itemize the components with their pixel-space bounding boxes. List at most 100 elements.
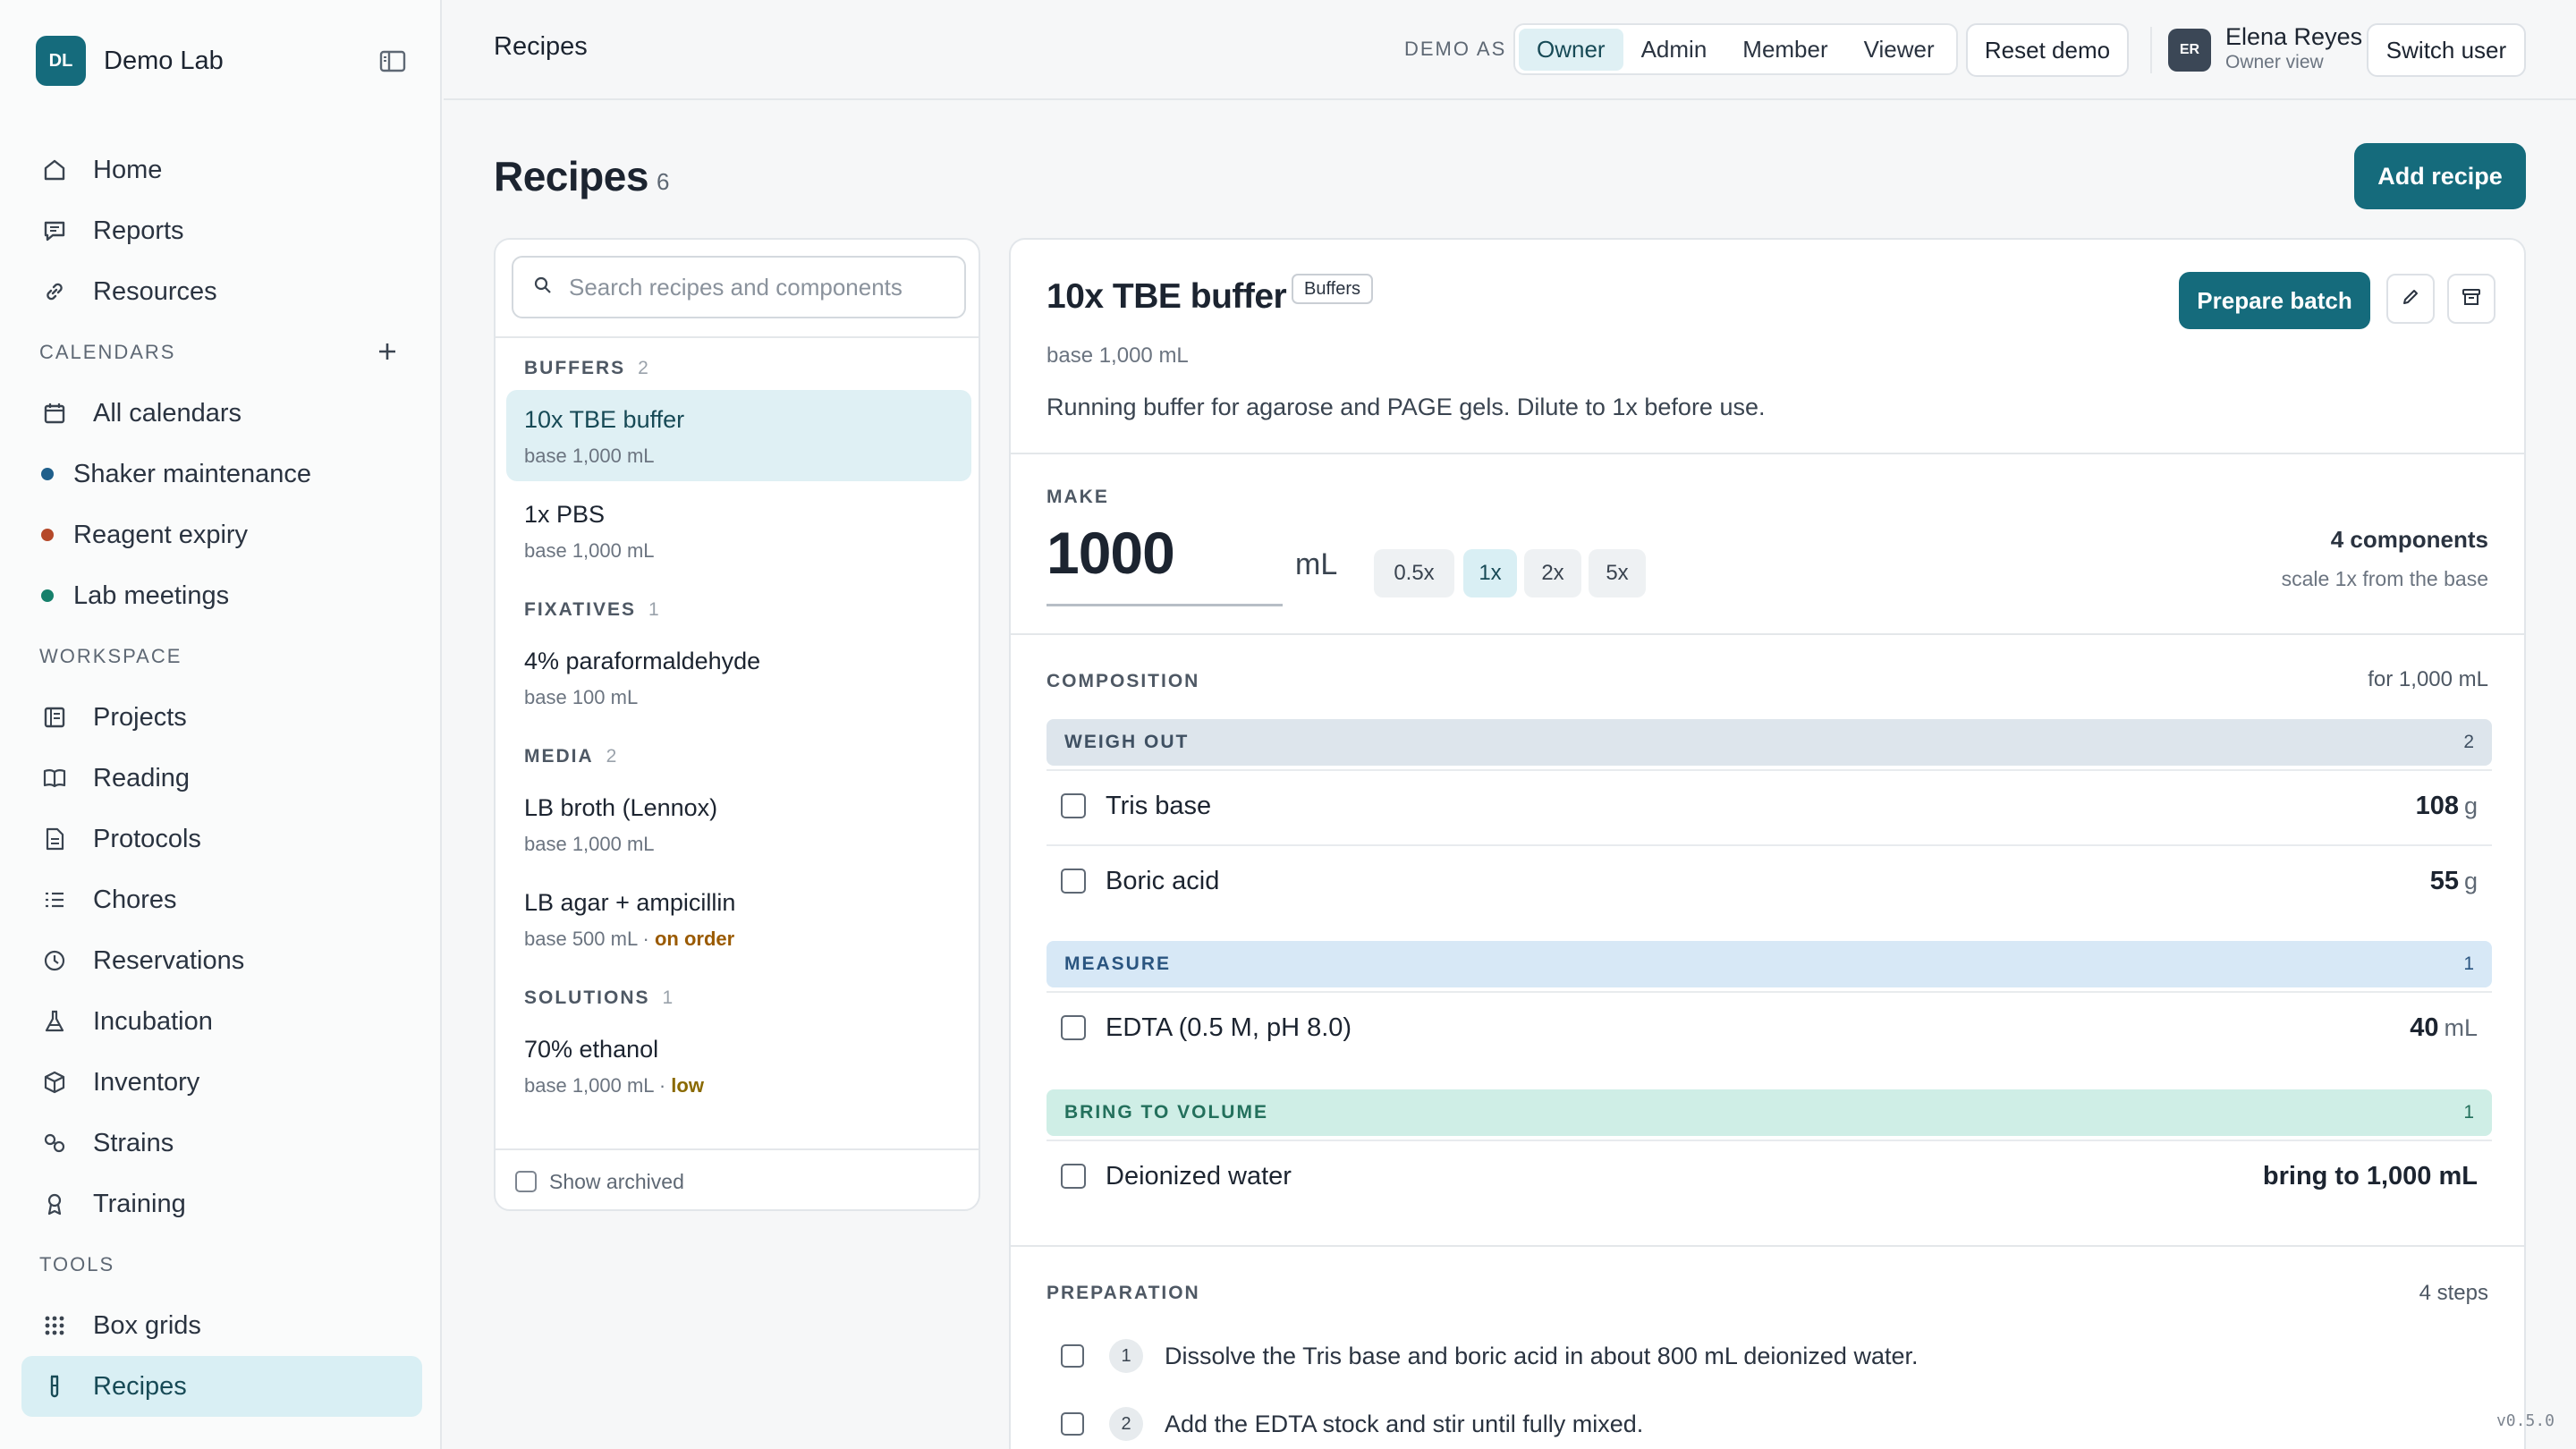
preparation-label: PREPARATION	[1046, 1283, 1200, 1303]
component-row[interactable]: Deionized water bring to 1,000 mL	[1046, 1140, 2492, 1211]
component-checkbox[interactable]	[1061, 1015, 1086, 1040]
component-checkbox[interactable]	[1061, 1164, 1086, 1189]
clock-icon	[41, 947, 68, 974]
band-label: MEASURE	[1064, 953, 1172, 974]
archive-button[interactable]	[2447, 274, 2496, 324]
recipe-base: base 1,000 mL	[524, 445, 655, 467]
role-owner-button[interactable]: Owner	[1519, 28, 1623, 71]
edit-button[interactable]	[2386, 274, 2435, 324]
recipe-base: base 1,000 mL	[524, 539, 655, 562]
sidebar-item-label: Lab meetings	[73, 580, 230, 610]
sidebar-item-strains[interactable]: Strains	[21, 1113, 422, 1174]
sidebar-item-recipes[interactable]: Recipes	[21, 1356, 422, 1417]
sidebar-item-lab-meetings[interactable]: Lab meetings	[21, 565, 422, 626]
sidebar-item-reading[interactable]: Reading	[21, 748, 422, 809]
role-admin-button[interactable]: Admin	[1623, 29, 1725, 71]
checklist-icon	[41, 886, 68, 913]
category-tag: Buffers	[1292, 274, 1373, 304]
component-row[interactable]: Tris base 108 g	[1046, 769, 2492, 841]
recipe-base: base 1,000 mL	[1046, 343, 1189, 368]
scale-0.5x-button[interactable]: 0.5x	[1374, 549, 1454, 597]
component-name: Boric acid	[1106, 866, 1220, 895]
sidebar-item-inventory[interactable]: Inventory	[21, 1052, 422, 1113]
step-checkbox[interactable]	[1061, 1412, 1084, 1436]
status-badge: low	[671, 1074, 704, 1097]
component-row[interactable]: Boric acid 55 g	[1046, 844, 2492, 916]
recipe-base: base 1,000 mL	[524, 833, 655, 855]
brand[interactable]: DL Demo Lab	[36, 36, 224, 86]
sidebar-item-label: Recipes	[93, 1371, 187, 1401]
sidebar-item-shaker-maintenance[interactable]: Shaker maintenance	[21, 444, 422, 504]
make-unit: mL	[1295, 547, 1338, 581]
component-row[interactable]: EDTA (0.5 M, pH 8.0) 40 mL	[1046, 991, 2492, 1063]
step-item[interactable]: 2 Add the EDTA stock and stir until full…	[1061, 1397, 1643, 1449]
demo-as-label: DEMO AS	[1404, 38, 1507, 60]
sidebar-item-incubation[interactable]: Incubation	[21, 991, 422, 1052]
sidebar-item-chores[interactable]: Chores	[21, 869, 422, 930]
link-icon	[41, 278, 68, 305]
list-item[interactable]: 70% ethanol base 1,000 mL · low	[506, 1020, 971, 1111]
search-box[interactable]	[512, 256, 966, 318]
recipe-list-panel: BUFFERS 2 10x TBE buffer base 1,000 mL 1x…	[494, 238, 980, 1211]
sidebar-item-projects[interactable]: Projects	[21, 687, 422, 748]
sidebar-item-label: Projects	[93, 702, 187, 732]
component-checkbox[interactable]	[1061, 869, 1086, 894]
make-quantity-field[interactable]	[1046, 519, 1283, 606]
list-item[interactable]: 10x TBE buffer base 1,000 mL	[506, 390, 971, 481]
prepare-batch-button[interactable]: Prepare batch	[2179, 272, 2370, 329]
sidebar-item-label: Training	[93, 1189, 186, 1218]
recipe-name: LB agar + ampicillin	[524, 889, 736, 916]
sidebar-item-training[interactable]: Training	[21, 1174, 422, 1234]
role-member-button[interactable]: Member	[1724, 29, 1845, 71]
reset-demo-button[interactable]: Reset demo	[1966, 23, 2129, 77]
show-archived-toggle[interactable]: Show archived	[496, 1148, 979, 1209]
separator: ·	[637, 928, 655, 950]
avatar[interactable]: ER	[2168, 29, 2211, 72]
search-input[interactable]	[569, 273, 945, 301]
component-name: Tris base	[1106, 791, 1212, 820]
group-header: BUFFERS 2	[496, 338, 979, 386]
sidebar-item-reagent-expiry[interactable]: Reagent expiry	[21, 504, 422, 565]
sidebar-toggle-icon[interactable]	[377, 48, 410, 75]
show-archived-label: Show archived	[549, 1169, 684, 1193]
home-icon	[41, 157, 68, 183]
sidebar-item-home[interactable]: Home	[21, 140, 422, 200]
list-item[interactable]: 1x PBS base 1,000 mL	[506, 485, 971, 576]
scale-2x-button[interactable]: 2x	[1524, 549, 1581, 597]
step-text: Dissolve the Tris base and boric acid in…	[1165, 1342, 1919, 1369]
sidebar-item-label: Inventory	[93, 1067, 200, 1097]
add-recipe-button[interactable]: Add recipe	[2354, 143, 2526, 209]
sidebar-item-reservations[interactable]: Reservations	[21, 930, 422, 991]
scale-5x-button[interactable]: 5x	[1589, 549, 1646, 597]
list-item[interactable]: 4% paraformaldehyde base 100 mL	[506, 631, 971, 723]
recipe-name: LB broth (Lennox)	[524, 794, 718, 821]
calendar-color-dot	[41, 589, 54, 602]
sidebar-item-reports[interactable]: Reports	[21, 200, 422, 261]
bring-to-volume-header: BRING TO VOLUME 1	[1046, 1089, 2492, 1136]
sidebar-item-box-grids[interactable]: Box grids	[21, 1295, 422, 1356]
step-checkbox[interactable]	[1061, 1344, 1084, 1368]
recipe-base-line: base 500 mL · on order	[524, 928, 971, 951]
role-viewer-button[interactable]: Viewer	[1846, 29, 1953, 71]
component-checkbox[interactable]	[1061, 793, 1086, 818]
status-badge: on order	[654, 928, 735, 950]
composition-for: for 1,000 mL	[2368, 667, 2488, 691]
add-calendar-icon[interactable]	[372, 336, 402, 367]
show-archived-checkbox[interactable]	[515, 1171, 537, 1192]
scale-1x-button[interactable]: 1x	[1463, 549, 1517, 597]
recipe-title: 10x TBE buffer	[1046, 277, 1287, 316]
group-header: MEDIA 2	[496, 726, 979, 775]
amount-unit: mL	[2444, 1013, 2478, 1041]
switch-user-button[interactable]: Switch user	[2367, 23, 2526, 77]
sidebar-item-protocols[interactable]: Protocols	[21, 809, 422, 869]
list-item[interactable]: LB agar + ampicillin base 500 mL · on or…	[506, 873, 971, 964]
sidebar-item-label: Box grids	[93, 1310, 201, 1340]
make-quantity-input[interactable]	[1046, 519, 1283, 587]
list-item[interactable]: LB broth (Lennox) base 1,000 mL	[506, 778, 971, 869]
sidebar-item-all-calendars[interactable]: All calendars	[21, 383, 422, 444]
group-header: FIXATIVES 1	[496, 580, 979, 628]
sidebar-item-label: Strains	[93, 1128, 174, 1157]
sidebar-item-resources[interactable]: Resources	[21, 261, 422, 322]
group-count: 1	[662, 987, 675, 1008]
step-item[interactable]: 1 Dissolve the Tris base and boric acid …	[1061, 1329, 1918, 1383]
